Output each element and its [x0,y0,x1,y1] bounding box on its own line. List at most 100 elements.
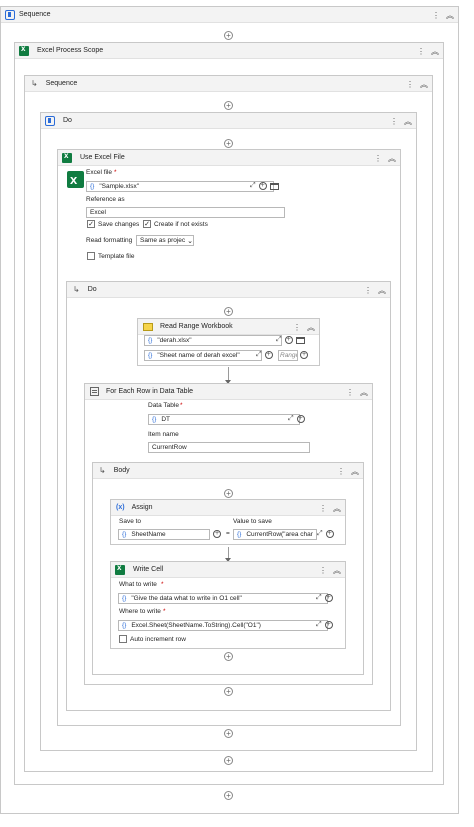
expand-editor-icon[interactable]: ⤢ [288,415,294,423]
collapse-icon[interactable]: ︽ [420,79,428,90]
add-activity-plus[interactable]: + [224,791,233,800]
template-file-checkbox[interactable] [87,252,95,260]
kebab-menu-icon[interactable]: ⋮ [364,286,372,295]
kebab-menu-icon[interactable]: ⋮ [390,117,398,126]
collapse-icon[interactable]: ︽ [360,387,368,398]
add-activity-plus[interactable]: + [224,101,233,110]
kebab-menu-icon[interactable]: ⋮ [337,467,345,476]
auto-increment-row-checkbox[interactable] [119,635,127,643]
expand-editor-icon[interactable]: ⤢ [317,530,323,538]
excel-file-input[interactable]: {} "Sample.xlsx" [86,181,274,192]
plus-circle-icon[interactable]: + [258,182,267,190]
kebab-menu-icon[interactable]: ⋮ [293,323,301,332]
workbook-path-input[interactable]: {} "derah.xlsx" [144,335,282,346]
write-cell-header[interactable]: Write Cell ⋮ ︽ [111,562,345,578]
collapse-icon[interactable]: ︽ [404,116,412,127]
plus-circle-icon[interactable]: + [264,351,273,359]
inner-sequence-title: Sequence [45,80,78,87]
add-activity-plus[interactable]: + [224,729,233,738]
branch-arrow-icon: ↳ [99,466,106,475]
folder-icon[interactable] [295,336,305,344]
value-to-save-input[interactable]: {} CurrentRow("area char [233,529,317,540]
add-activity-plus[interactable]: + [224,139,233,148]
collapse-icon[interactable]: ︽ [333,503,341,514]
folder-icon[interactable] [269,182,279,190]
plus-circle-icon[interactable]: + [213,530,221,538]
kebab-menu-icon[interactable]: ⋮ [374,154,382,163]
add-activity-plus[interactable]: + [224,307,233,316]
expression-icon: {} [122,531,127,538]
sequence-icon [5,9,15,20]
kebab-menu-icon[interactable]: ⋮ [319,566,327,575]
range-placeholder: Range [280,352,297,359]
reference-as-label: Reference as [86,196,125,203]
reference-as-input[interactable]: Excel [86,207,285,218]
excel-process-scope-header[interactable]: Excel Process Scope ⋮ ︽ [15,43,443,59]
kebab-menu-icon[interactable]: ⋮ [319,504,327,513]
item-name-input[interactable]: CurrentRow [148,442,310,453]
kebab-menu-icon[interactable]: ⋮ [346,388,354,397]
where-to-write-input[interactable]: {} Excel.Sheet(SheetName.ToString).Cell(… [118,620,328,631]
expression-icon: {} [148,352,153,359]
save-to-input[interactable]: {} SheetName [118,529,210,540]
expression-icon: {} [90,183,95,190]
what-to-write-input[interactable]: {} "Give the data what to write in O1 ce… [118,593,328,604]
body-header[interactable]: ↳ Body ⋮ ︽ [93,463,363,479]
do-header[interactable]: Do ⋮ ︽ [41,113,416,129]
read-formatting-value: Same as project [140,237,186,244]
add-activity-plus[interactable]: + [224,489,233,498]
excel-logo-icon: x [67,171,84,188]
add-activity-plus[interactable]: + [224,687,233,696]
read-formatting-select[interactable]: Same as project ⌄ [136,235,194,246]
expand-editor-icon[interactable]: ⤢ [276,336,282,344]
plus-circle-icon[interactable]: + [300,351,308,359]
kebab-menu-icon[interactable]: ⋮ [432,11,440,20]
expand-editor-icon[interactable]: ⤢ [316,621,322,629]
sequence-header[interactable]: Sequence ⋮ ︽ [1,7,458,23]
do-inner-header[interactable]: ↳ Do ⋮ ︽ [67,282,390,298]
item-name-label: Item name [148,431,179,438]
range-input[interactable]: Range [278,350,298,361]
collapse-icon[interactable]: ︽ [431,46,439,57]
plus-circle-icon[interactable]: + [325,530,334,538]
use-excel-file-header[interactable]: Use Excel File ⋮ ︽ [58,150,400,166]
where-to-write-label: Where to write [119,608,161,615]
excel-icon [19,44,29,56]
plus-circle-icon[interactable]: + [296,415,305,423]
plus-circle-icon[interactable]: + [324,621,333,629]
plus-circle-icon[interactable]: + [324,594,333,602]
for-each-row-header[interactable]: For Each Row in Data Table ⋮ ︽ [85,384,372,400]
add-activity-plus[interactable]: + [224,756,233,765]
excel-process-scope-title: Excel Process Scope [37,47,104,54]
kebab-menu-icon[interactable]: ⋮ [417,47,425,56]
item-name-value: CurrentRow [152,444,187,451]
add-activity-plus[interactable]: + [224,31,233,40]
where-to-write-value: Excel.Sheet(SheetName.ToString).Cell("O1… [131,622,261,629]
read-range-workbook-header[interactable]: Read Range Workbook ⋮ ︽ [138,319,319,335]
expand-editor-icon[interactable]: ⤢ [250,182,256,190]
plus-circle-icon[interactable]: + [284,336,293,344]
expand-editor-icon[interactable]: ⤢ [316,594,322,602]
excel-icon [115,563,125,575]
sheet-name-input[interactable]: {} "Sheet name of derah excel" [144,350,262,361]
create-if-not-exists-checkbox[interactable]: ✓ [143,220,151,228]
read-range-workbook-title: Read Range Workbook [160,323,233,330]
save-to-value: SheetName [131,531,166,538]
kebab-menu-icon[interactable]: ⋮ [406,80,414,89]
collapse-icon[interactable]: ︽ [333,565,341,576]
data-table-label: Data Table [148,402,179,409]
assign-header[interactable]: (x) Assign ⋮ ︽ [111,500,345,516]
expand-editor-icon[interactable]: ⤢ [256,351,262,359]
inner-sequence-header[interactable]: ↳ Sequence ⋮ ︽ [25,76,432,92]
collapse-icon[interactable]: ︽ [446,10,454,21]
collapse-icon[interactable]: ︽ [307,322,315,333]
save-changes-checkbox[interactable]: ✓ [87,220,95,228]
collapse-icon[interactable]: ︽ [388,153,396,164]
value-to-save-value: CurrentRow("area char [246,531,313,538]
do-title: Do [63,117,72,124]
required-mark: * [161,581,164,588]
collapse-icon[interactable]: ︽ [378,285,386,296]
data-table-input[interactable]: {} DT [148,414,300,425]
collapse-icon[interactable]: ︽ [351,466,359,477]
add-activity-plus[interactable]: + [224,652,233,661]
